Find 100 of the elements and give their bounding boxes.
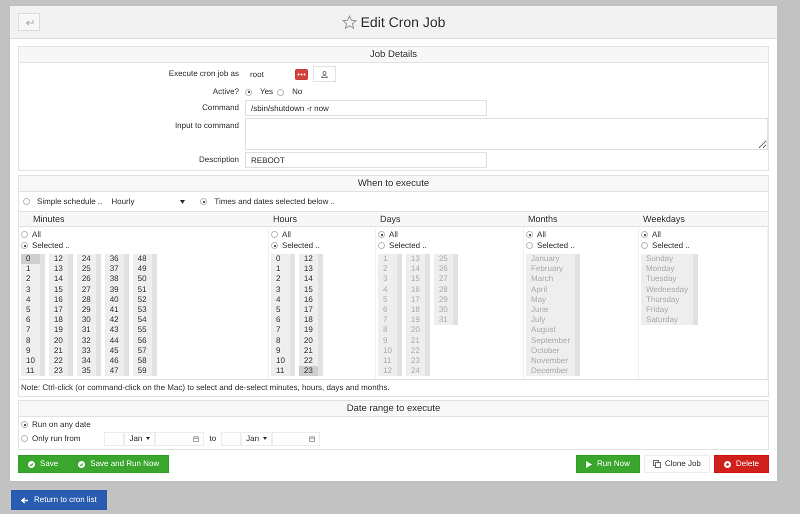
list-option[interactable]: 42: [104, 315, 124, 326]
list-option[interactable]: 34: [76, 356, 96, 366]
list-option[interactable]: 23: [48, 366, 68, 376]
radio-button[interactable]: [21, 435, 28, 442]
list-option[interactable]: 22: [298, 356, 318, 366]
list-option[interactable]: 17: [48, 304, 68, 316]
radio-button[interactable]: [271, 231, 278, 238]
list-option[interactable]: 13: [298, 264, 318, 274]
description-field[interactable]: REBOOT: [245, 152, 487, 168]
list-option[interactable]: 19: [298, 325, 318, 336]
list-option[interactable]: 15: [298, 284, 318, 295]
radio-button[interactable]: [23, 198, 30, 205]
list-option[interactable]: 38: [104, 274, 124, 285]
list-option[interactable]: 47: [104, 366, 124, 376]
list-option[interactable]: 16: [298, 294, 318, 305]
list-option[interactable]: 0: [271, 254, 290, 264]
list-option[interactable]: 27: [76, 284, 96, 295]
list-option[interactable]: 16: [48, 294, 68, 305]
list-box[interactable]: 12 13 14 15 16 17 18 19 20 21 22 23: [48, 254, 73, 376]
list-box[interactable]: 24 25 26 27 28 29 30 31 32 33 34 35: [76, 254, 101, 376]
list-option[interactable]: 10: [21, 356, 40, 366]
list-option[interactable]: 54: [132, 315, 152, 326]
list-option[interactable]: 29: [76, 304, 96, 316]
list-option[interactable]: 28: [76, 294, 96, 305]
list-option[interactable]: 49: [132, 264, 152, 274]
list-option[interactable]: 21: [48, 346, 68, 356]
list-option[interactable]: 43: [104, 325, 124, 336]
list-option[interactable]: 52: [132, 294, 152, 305]
list-option[interactable]: 2: [271, 274, 290, 285]
list-option[interactable]: 22: [48, 356, 68, 366]
list-option[interactable]: 18: [48, 315, 68, 326]
list-option[interactable]: 30: [76, 315, 96, 326]
list-option[interactable]: 44: [104, 336, 124, 346]
command-field[interactable]: /sbin/shutdown -r now: [245, 100, 487, 116]
month-dropdown[interactable]: Jan: [241, 432, 272, 446]
list-option[interactable]: 0: [21, 254, 40, 264]
list-option[interactable]: 33: [76, 346, 96, 356]
radio-button[interactable]: [200, 198, 208, 205]
list-option[interactable]: 35: [76, 366, 96, 376]
list-option[interactable]: 50: [132, 274, 152, 285]
list-option[interactable]: 7: [271, 325, 290, 336]
list-option[interactable]: 3: [21, 284, 40, 295]
list-option[interactable]: 11: [21, 366, 40, 376]
list-option[interactable]: 41: [104, 304, 124, 316]
list-option[interactable]: 3: [271, 284, 290, 295]
list-option[interactable]: 8: [271, 336, 290, 346]
radio-button[interactable]: [21, 242, 28, 249]
list-option[interactable]: 5: [21, 304, 40, 316]
list-option[interactable]: 32: [76, 336, 96, 346]
list-option[interactable]: 4: [271, 294, 290, 305]
list-option[interactable]: 57: [132, 346, 152, 356]
list-option[interactable]: 39: [104, 284, 124, 295]
list-option[interactable]: 37: [104, 264, 124, 274]
clone-button[interactable]: Clone Job: [644, 455, 710, 473]
list-option[interactable]: 56: [132, 336, 152, 346]
list-option[interactable]: 10: [271, 356, 290, 366]
list-option[interactable]: 9: [271, 346, 290, 356]
list-option[interactable]: 5: [271, 304, 290, 316]
list-option[interactable]: 2: [21, 274, 40, 285]
list-option[interactable]: 13: [48, 264, 68, 274]
list-option[interactable]: 12: [298, 254, 318, 264]
radio-button[interactable]: [21, 231, 28, 238]
return-button[interactable]: Return to cron list: [11, 490, 107, 510]
radio-button[interactable]: [271, 242, 278, 249]
list-option[interactable]: 58: [132, 356, 152, 366]
list-option[interactable]: 51: [132, 284, 152, 295]
list-option[interactable]: 6: [21, 315, 40, 326]
list-option[interactable]: 11: [271, 366, 290, 376]
list-box[interactable]: 0 1 2 3 4 5 6 7 8 9 10 11: [271, 254, 295, 376]
list-option[interactable]: 23: [298, 366, 318, 376]
list-option[interactable]: 24: [76, 254, 96, 264]
list-option[interactable]: 1: [271, 264, 290, 274]
list-box[interactable]: 36 37 38 39 40 41 42 43 44 45 46 47: [104, 254, 129, 376]
list-option[interactable]: 26: [76, 274, 96, 285]
list-option[interactable]: 53: [132, 304, 152, 316]
back-button[interactable]: [18, 13, 40, 31]
radio-button[interactable]: [277, 88, 284, 96]
list-option[interactable]: 25: [76, 264, 96, 274]
list-option[interactable]: 20: [298, 336, 318, 346]
radio-button[interactable]: [21, 421, 28, 428]
list-option[interactable]: 45: [104, 346, 124, 356]
list-option[interactable]: 21: [298, 346, 318, 356]
year-field[interactable]: [272, 432, 320, 446]
list-option[interactable]: 14: [298, 274, 318, 285]
list-box[interactable]: 0 1 2 3 4 5 6 7 8 9 10 11: [21, 254, 45, 376]
list-option[interactable]: 8: [21, 336, 40, 346]
month-dropdown[interactable]: Jan: [124, 432, 156, 446]
list-option[interactable]: 1: [21, 264, 40, 274]
radio-button[interactable]: [245, 88, 252, 96]
list-option[interactable]: 14: [48, 274, 68, 285]
list-option[interactable]: 36: [104, 254, 124, 264]
list-option[interactable]: 59: [132, 366, 152, 376]
list-option[interactable]: 20: [48, 336, 68, 346]
list-box[interactable]: 48 49 50 51 52 53 54 55 56 57 58 59: [132, 254, 157, 376]
more-button[interactable]: [295, 68, 308, 80]
list-option[interactable]: 40: [104, 294, 124, 305]
list-option[interactable]: 48: [132, 254, 152, 264]
list-option[interactable]: 12: [48, 254, 68, 264]
list-option[interactable]: 6: [271, 315, 290, 326]
list-option[interactable]: 9: [21, 346, 40, 356]
